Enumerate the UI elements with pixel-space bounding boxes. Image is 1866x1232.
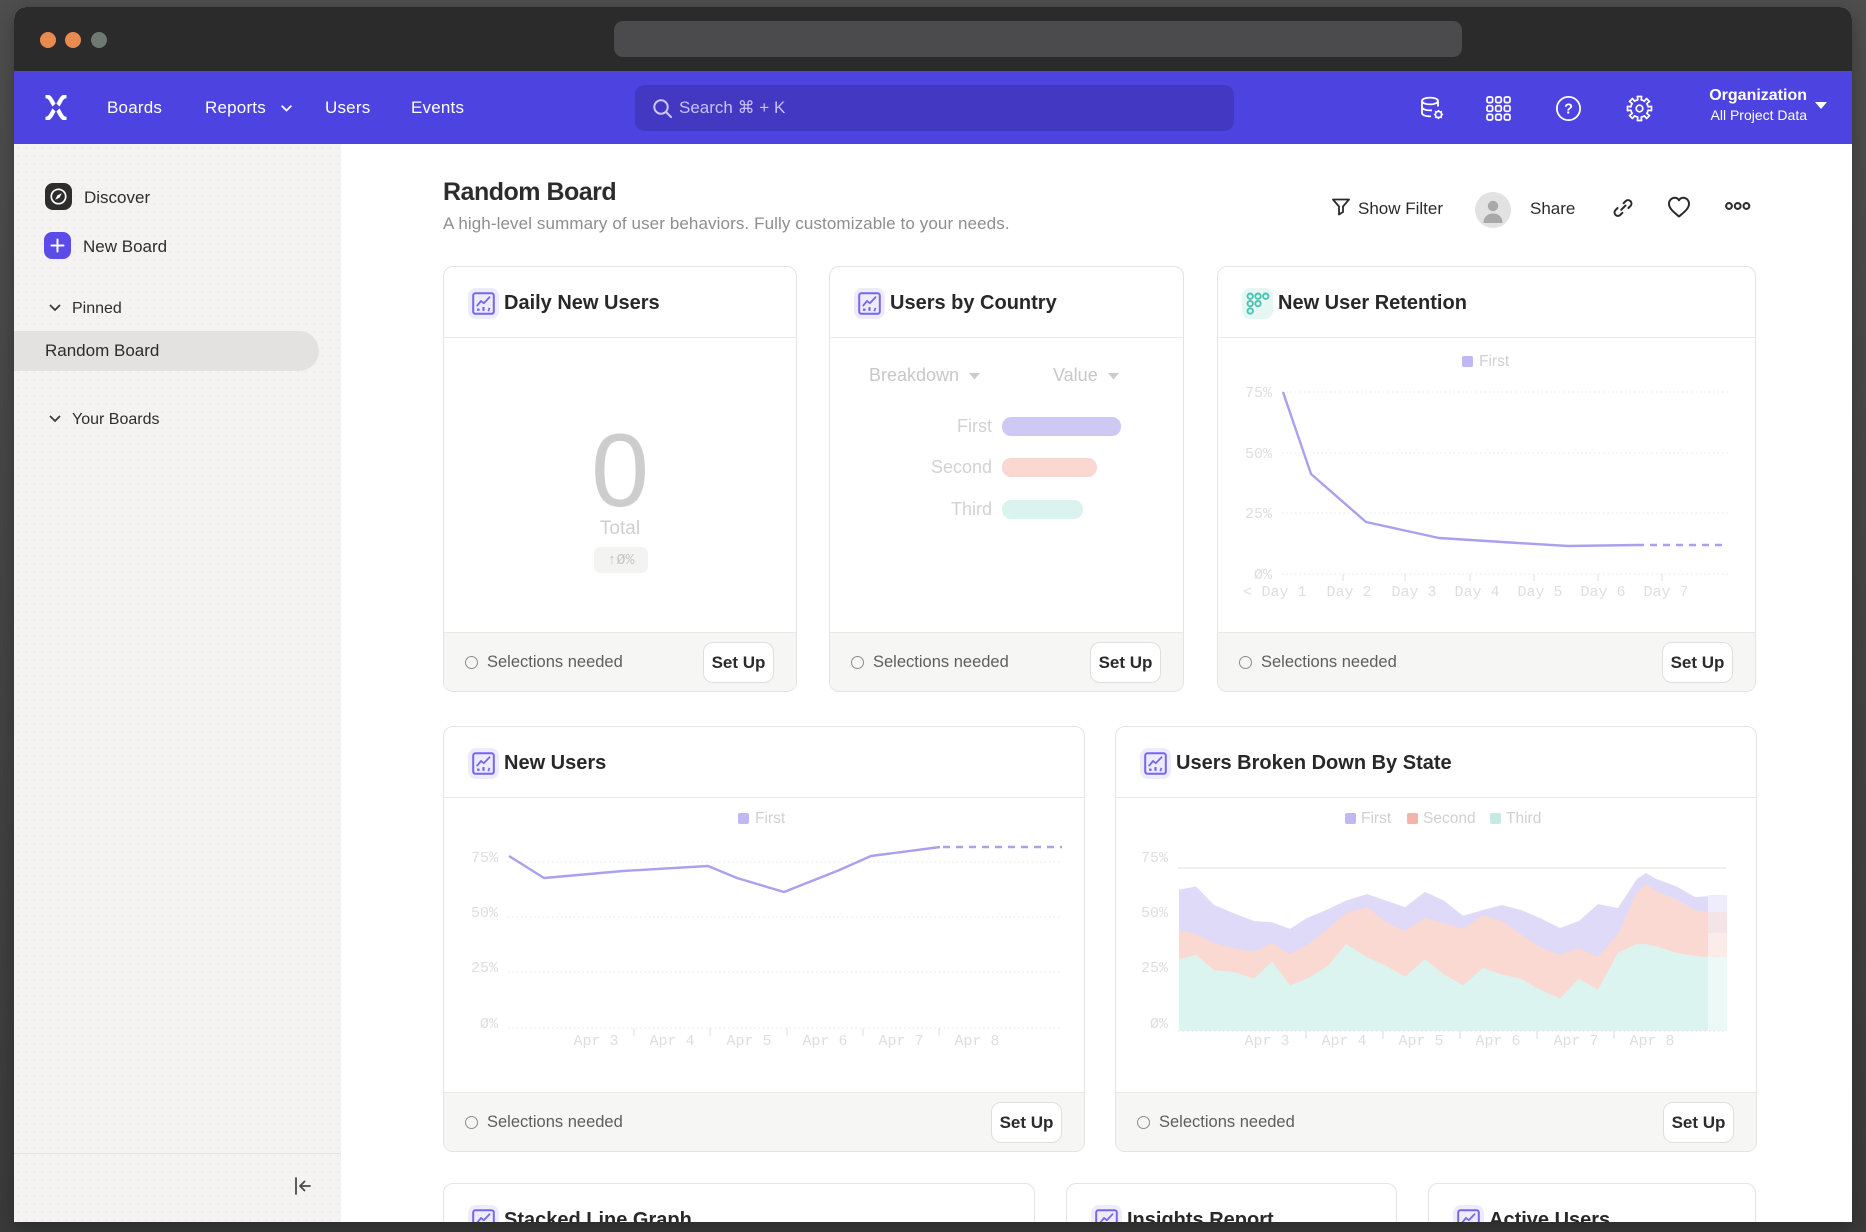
svg-text:25%: 25% [1245,506,1273,523]
svg-text:Apr 6: Apr 6 [1475,1033,1520,1050]
svg-text:Day 1: Day 1 [1261,584,1306,601]
svg-text:75%: 75% [1245,385,1273,402]
svg-text:Day 5: Day 5 [1517,584,1562,601]
svg-text:Apr 5: Apr 5 [1398,1033,1443,1050]
svg-text:Apr 7: Apr 7 [1553,1033,1598,1050]
svg-text:Apr 8: Apr 8 [1629,1033,1674,1050]
svg-text:25%: 25% [471,960,499,977]
svg-text:Day 2: Day 2 [1326,584,1371,601]
svg-text:First: First [1361,810,1392,827]
svg-text:Apr 3: Apr 3 [1244,1033,1289,1050]
svg-text:Apr 4: Apr 4 [1321,1033,1366,1050]
svg-text:Third: Third [1506,810,1541,827]
svg-text:Ø%: Ø% [1254,567,1273,584]
svg-text:Second: Second [1423,810,1476,827]
svg-text:First: First [1479,353,1510,370]
svg-text:Apr 8: Apr 8 [954,1033,999,1050]
svg-text:Apr 4: Apr 4 [649,1033,694,1050]
svg-text:Apr 7: Apr 7 [878,1033,923,1050]
svg-text:Day 6: Day 6 [1580,584,1625,601]
svg-text:<: < [1243,584,1252,601]
svg-text:Day 4: Day 4 [1454,584,1499,601]
svg-text:25%: 25% [1141,960,1169,977]
svg-text:50%: 50% [1141,905,1169,922]
svg-text:75%: 75% [1141,850,1169,867]
svg-text:Ø%: Ø% [1150,1016,1169,1033]
svg-text:Day 7: Day 7 [1643,584,1688,601]
svg-text:Apr 6: Apr 6 [802,1033,847,1050]
svg-text:Apr 5: Apr 5 [726,1033,771,1050]
svg-text:First: First [755,810,786,827]
svg-text:50%: 50% [471,905,499,922]
svg-text:75%: 75% [471,850,499,867]
svg-text:Day 3: Day 3 [1391,584,1436,601]
svg-text:?: ? [1564,102,1573,118]
svg-text:50%: 50% [1245,446,1273,463]
svg-text:Ø%: Ø% [480,1016,499,1033]
svg-text:Apr 3: Apr 3 [573,1033,618,1050]
